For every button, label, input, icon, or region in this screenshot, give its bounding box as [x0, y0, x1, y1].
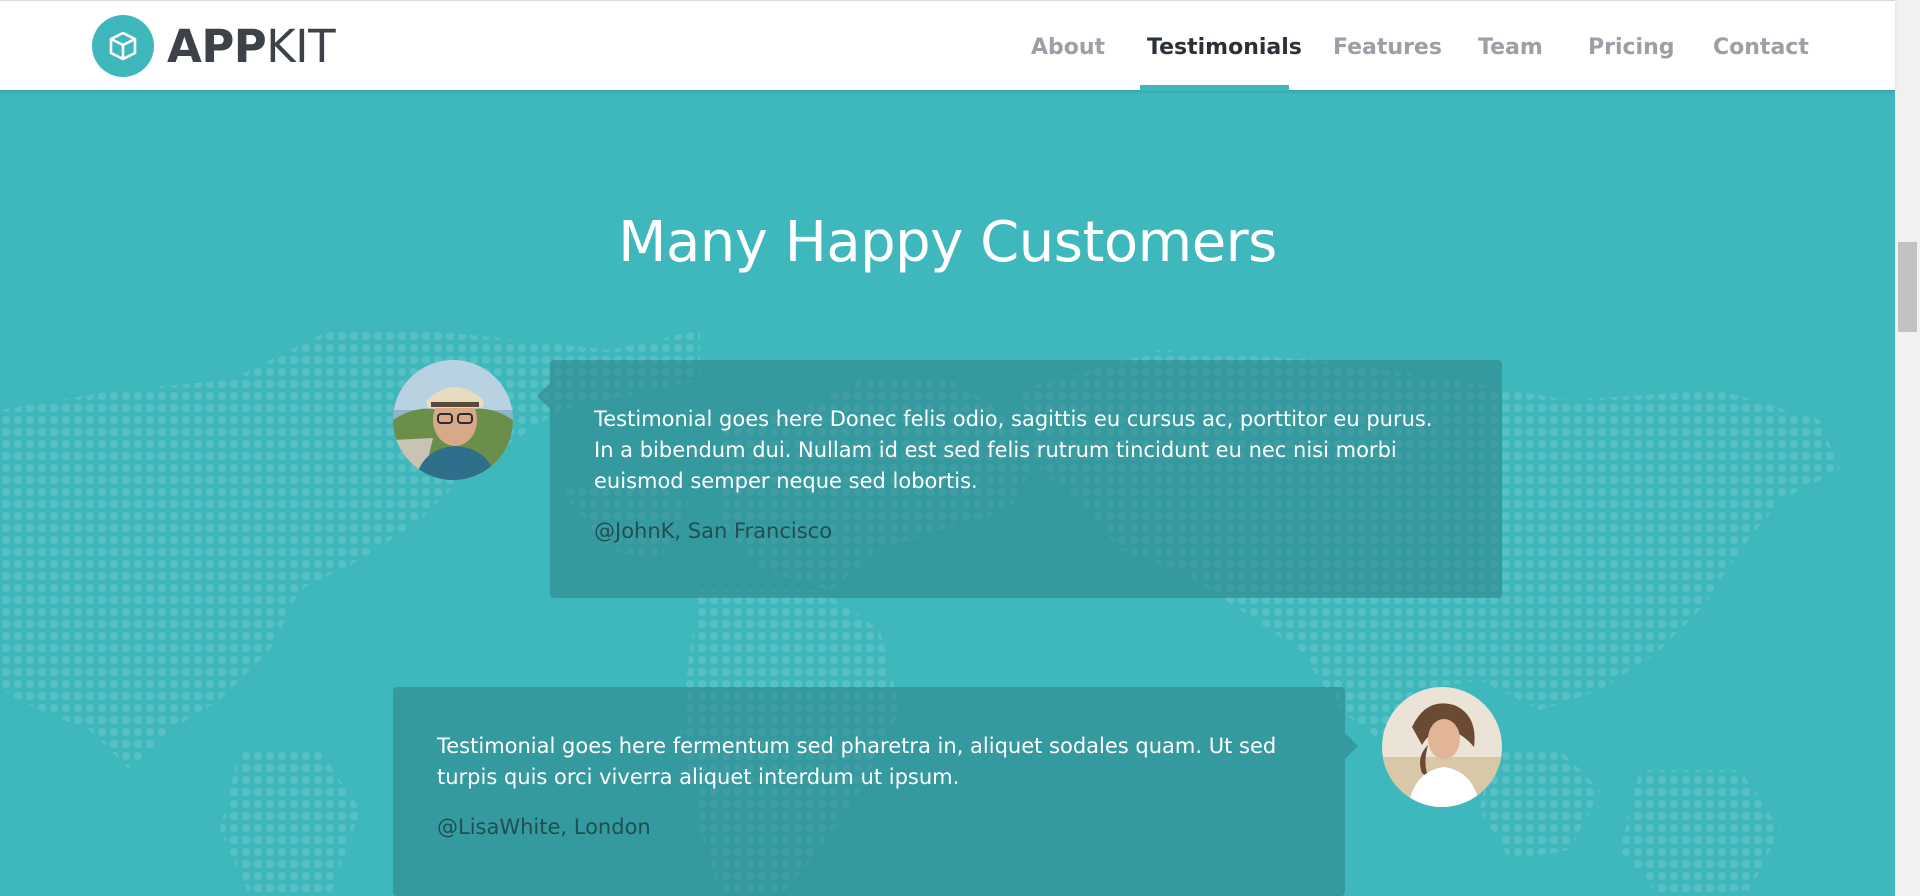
nav-testimonials[interactable]: Testimonials: [1147, 35, 1302, 60]
brand-name-bold: APP: [167, 19, 267, 73]
testimonial-text-2: Testimonial goes here fermentum sed phar…: [437, 734, 1277, 789]
brand-name: APPKIT: [167, 24, 336, 69]
speech-arrow: [1345, 733, 1358, 759]
scrollbar-thumb[interactable]: [1898, 242, 1917, 332]
man-in-hat-avatar: [393, 360, 513, 480]
nav-team[interactable]: Team: [1478, 35, 1543, 60]
woman-avatar: [1382, 687, 1502, 807]
testimonial-author-2: @LisaWhite, London: [437, 815, 651, 839]
cube-icon: [92, 15, 154, 77]
top-navbar: APPKIT About Testimonials Features Team …: [0, 0, 1895, 91]
section-title: Many Happy Customers: [618, 210, 1277, 275]
testimonial-text-1: Testimonial goes here Donec felis odio, …: [594, 407, 1433, 493]
testimonial-author-1: @JohnK, San Francisco: [594, 519, 833, 543]
speech-arrow: [537, 383, 550, 409]
nav-about[interactable]: About: [1031, 35, 1105, 60]
nav-pricing[interactable]: Pricing: [1588, 35, 1675, 60]
nav-features[interactable]: Features: [1333, 35, 1442, 60]
testimonial-card-1: Testimonial goes here Donec felis odio, …: [537, 360, 1502, 598]
brand-name-light: KIT: [266, 19, 336, 73]
nav-contact[interactable]: Contact: [1713, 35, 1809, 60]
brand-logo[interactable]: APPKIT: [92, 15, 336, 77]
page-scrollbar[interactable]: [1895, 0, 1920, 896]
testimonials-section: Many Happy Customers Testimonial goes he…: [0, 90, 1895, 896]
testimonial-card-2: Testimonial goes here fermentum sed phar…: [393, 687, 1358, 896]
nav-active-indicator: [1140, 85, 1289, 91]
